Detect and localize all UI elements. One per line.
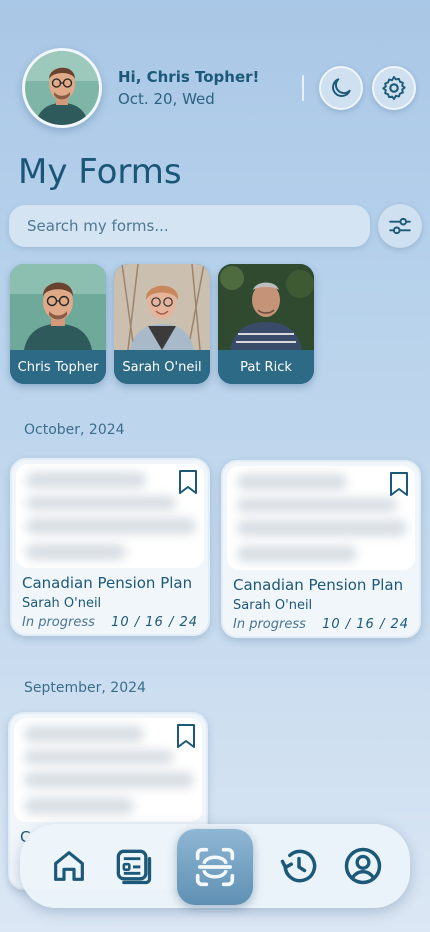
search-input[interactable]: [27, 217, 352, 235]
profile-icon: [344, 847, 382, 885]
nav-profile[interactable]: [339, 842, 387, 890]
bottom-nav: [20, 824, 410, 908]
person-name: Pat Rick: [218, 350, 314, 384]
header-divider: [302, 75, 304, 101]
form-status: In progress: [22, 615, 95, 630]
nav-home[interactable]: [45, 842, 93, 890]
form-card[interactable]: Canadian Pension Plan Sarah O'neil In pr…: [10, 458, 210, 636]
bookmark-icon[interactable]: [174, 722, 198, 750]
person-name: Chris Topher: [10, 350, 106, 384]
dark-mode-button[interactable]: [319, 66, 363, 110]
people-carousel: Chris Topher Sarah O'neil Pat Rick: [10, 264, 314, 384]
search-bar[interactable]: [9, 205, 370, 247]
form-person: Sarah O'neil: [233, 598, 313, 613]
filter-button[interactable]: [378, 204, 422, 248]
nav-scan[interactable]: [177, 829, 253, 905]
form-title: Canadian Pension Plan: [233, 576, 404, 594]
gear-icon: [382, 75, 406, 101]
person-card[interactable]: Chris Topher: [10, 264, 106, 384]
form-date: 10 / 16 / 24: [322, 617, 409, 632]
form-card[interactable]: Canadian Pension Plan Sarah O'neil In pr…: [221, 460, 421, 638]
person-photo: [10, 264, 106, 350]
person-name: Sarah O'neil: [114, 350, 210, 384]
nav-forms[interactable]: [109, 842, 157, 890]
forms-icon: [116, 849, 152, 885]
profile-avatar[interactable]: [22, 48, 102, 128]
bookmark-icon[interactable]: [176, 468, 200, 496]
avatar-photo: [25, 51, 99, 125]
section-heading: October, 2024: [24, 422, 125, 438]
page-title: My Forms: [18, 152, 182, 192]
form-status: In progress: [233, 617, 306, 632]
greeting-text: Hi, Chris Topher!: [118, 68, 260, 86]
form-title: Canadian Pension Plan: [22, 574, 193, 592]
form-person: Sarah O'neil: [22, 596, 102, 611]
person-photo: [218, 264, 314, 350]
moon-icon: [332, 78, 351, 97]
person-photo: [114, 264, 210, 350]
settings-button[interactable]: [372, 66, 416, 110]
scan-icon: [195, 847, 235, 887]
nav-history[interactable]: [275, 842, 323, 890]
person-card[interactable]: Pat Rick: [218, 264, 314, 384]
form-date: 10 / 16 / 24: [111, 615, 198, 630]
greeting-block: Hi, Chris Topher! Oct. 20, Wed: [118, 68, 259, 108]
section-heading: September, 2024: [24, 680, 146, 696]
history-icon: [280, 849, 317, 883]
person-card[interactable]: Sarah O'neil: [114, 264, 210, 384]
current-date: Oct. 20, Wed: [118, 90, 215, 108]
sliders-icon: [389, 217, 411, 235]
bookmark-icon[interactable]: [387, 470, 411, 498]
home-icon: [54, 851, 84, 881]
